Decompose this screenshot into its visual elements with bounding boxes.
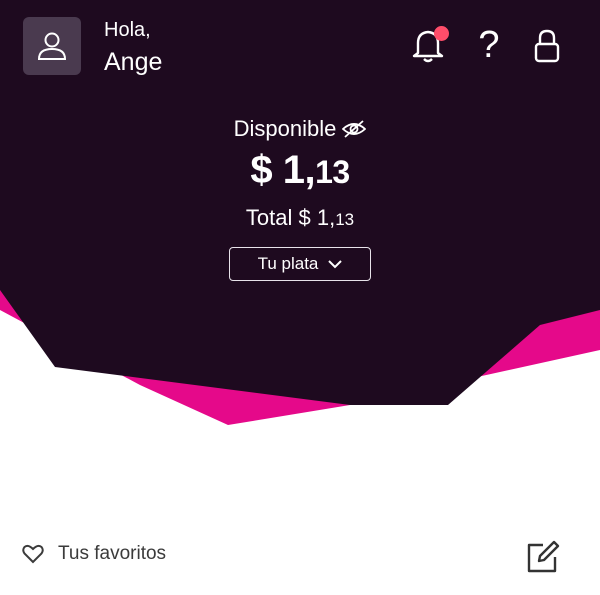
favorites-header[interactable]: Tus favoritos [22, 543, 166, 565]
lock-icon [534, 29, 560, 63]
available-label: Disponible [233, 116, 337, 141]
user-name: Ange [104, 48, 163, 76]
edit-icon [527, 540, 560, 573]
available-label-row: Disponible [234, 116, 367, 142]
eye-off-icon[interactable] [342, 119, 367, 139]
balance-section: Disponible $ 1,13 Total $ 1,13 Tu plata [0, 116, 600, 281]
account-selector-button[interactable]: Tu plata [229, 247, 371, 281]
account-selector-label: Tu plata [257, 254, 319, 273]
edit-favorites-button[interactable] [523, 537, 563, 577]
help-button[interactable]: ? [474, 24, 504, 66]
greeting-text: Hola, [104, 19, 151, 41]
avatar[interactable] [23, 17, 81, 75]
total-amount: Total $ 1,13 [245, 205, 355, 230]
user-icon [37, 32, 67, 60]
favorites-label: Tus favoritos [58, 543, 167, 564]
lock-button[interactable] [530, 26, 564, 66]
chevron-down-icon [328, 259, 343, 268]
question-icon: ? [478, 24, 500, 66]
available-amount: $ 1,13 [250, 148, 350, 192]
heart-icon [22, 544, 44, 564]
notification-dot [434, 26, 449, 41]
